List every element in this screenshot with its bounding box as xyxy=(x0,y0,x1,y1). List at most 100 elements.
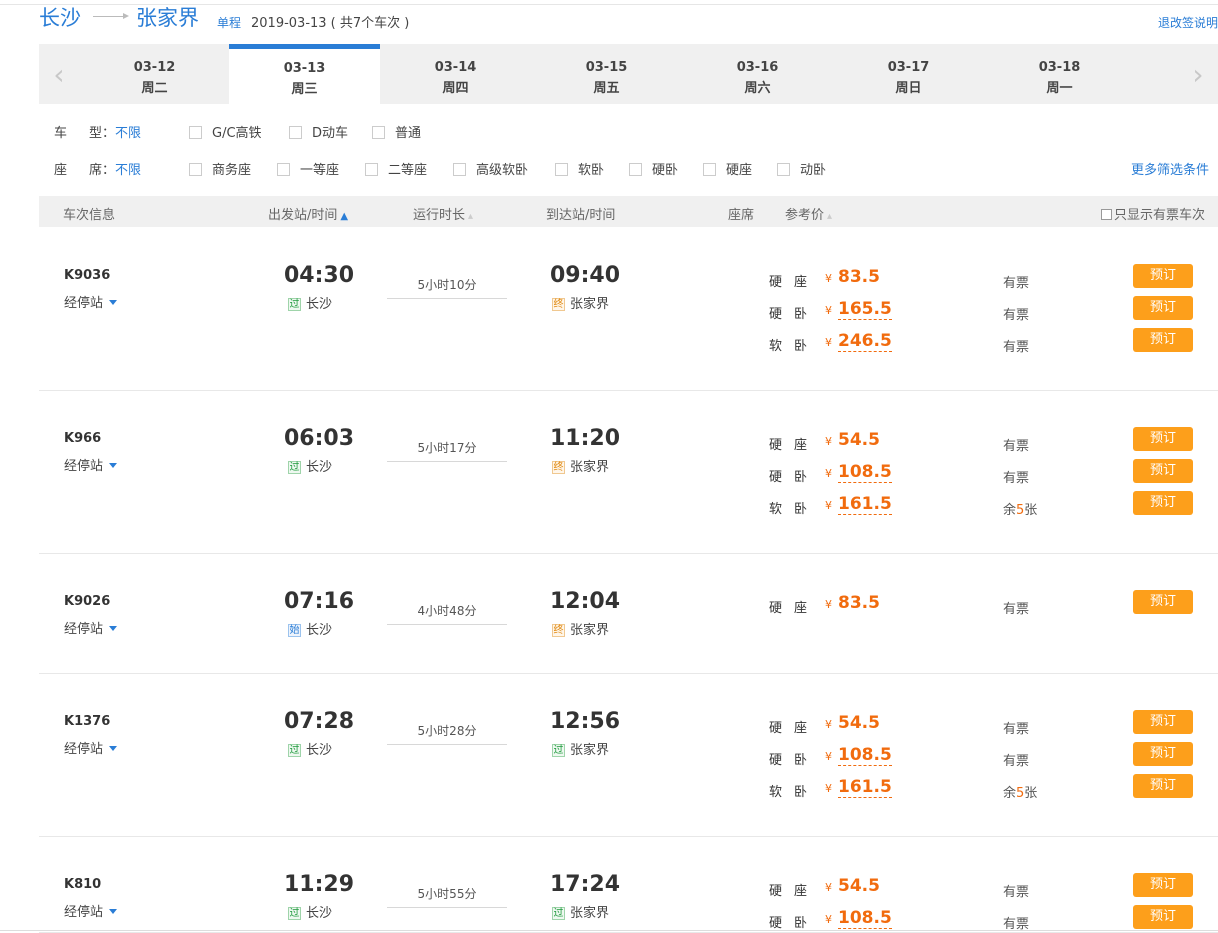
checkbox[interactable] xyxy=(277,163,290,176)
seat-option[interactable]: 动卧 xyxy=(777,159,826,178)
date-tab[interactable]: 03-15 周五 xyxy=(531,44,682,104)
yen-symbol: ¥ xyxy=(825,499,832,512)
only-available-toggle[interactable]: 只显示有票车次 xyxy=(1101,204,1205,223)
yen-symbol: ¥ xyxy=(825,881,832,894)
more-filters-link[interactable]: 更多筛选条件 xyxy=(1131,159,1209,178)
chevron-right-icon[interactable]: › xyxy=(1178,44,1218,104)
checkbox[interactable] xyxy=(703,163,716,176)
checkbox[interactable] xyxy=(289,126,302,139)
seat-option[interactable]: 商务座 xyxy=(189,159,251,178)
yen-symbol: ¥ xyxy=(825,467,832,480)
date-tab[interactable]: 03-14 周四 xyxy=(380,44,531,104)
only-available-checkbox[interactable] xyxy=(1101,209,1112,220)
book-button[interactable]: 预订 xyxy=(1133,905,1193,929)
stops-dropdown[interactable]: 经停站 xyxy=(64,618,118,637)
chevron-left-icon[interactable]: ‹ xyxy=(39,44,79,104)
checkbox[interactable] xyxy=(555,163,568,176)
seat-price[interactable]: 161.5 xyxy=(838,494,892,515)
seat-name: 软卧 xyxy=(769,502,820,517)
book-button[interactable]: 预订 xyxy=(1133,427,1193,451)
seat-price[interactable]: 108.5 xyxy=(838,462,892,483)
yen-symbol: ¥ xyxy=(825,435,832,448)
seat-option[interactable]: 一等座 xyxy=(277,159,339,178)
seat-row: 软卧 ¥161.5 余5张 预订 xyxy=(39,774,1218,801)
seat-price: 54.5 xyxy=(838,876,880,896)
train-type-option[interactable]: D动车 xyxy=(289,122,348,141)
book-button[interactable]: 预订 xyxy=(1133,774,1193,798)
seat-row: 硬卧 ¥108.5 有票 预订 xyxy=(39,905,1218,932)
seat-option[interactable]: 二等座 xyxy=(365,159,427,178)
to-city[interactable]: 张家界 xyxy=(136,2,199,32)
checkbox[interactable] xyxy=(365,163,378,176)
avail-suffix: 张 xyxy=(1024,786,1038,801)
seat-row: 硬座 ¥83.5 有票 预订 xyxy=(39,590,1218,617)
date-tab[interactable]: 03-18 周一 xyxy=(984,44,1135,104)
seat-name: 硬座 xyxy=(769,438,820,453)
seat-name: 软卧 xyxy=(769,785,820,800)
date-selector: ‹ 03-12 周二 03-13 周三 03-14 周四 03-15 周五 03-16 周六 03-… xyxy=(39,44,1218,104)
checkbox[interactable] xyxy=(453,163,466,176)
seat-all-option[interactable]: 不限 xyxy=(115,163,141,178)
seat-row: 硬座 ¥54.5 有票 预订 xyxy=(39,710,1218,737)
seat-row: 软卧 ¥161.5 余5张 预订 xyxy=(39,491,1218,518)
book-button[interactable]: 预订 xyxy=(1133,590,1193,614)
date-tab-weekday: 周日 xyxy=(895,81,922,96)
date-tab[interactable]: 03-17 周日 xyxy=(833,44,984,104)
th-duration[interactable]: 运行时长 ▴ xyxy=(413,204,473,223)
seat-option[interactable]: 高级软卧 xyxy=(453,159,528,178)
book-button[interactable]: 预订 xyxy=(1133,710,1193,734)
seat-price[interactable]: 246.5 xyxy=(838,331,892,352)
book-button[interactable]: 预订 xyxy=(1133,264,1193,288)
seat-price: 54.5 xyxy=(838,713,880,733)
train-type-all-option[interactable]: 不限 xyxy=(115,126,141,141)
seat-option[interactable]: 硬座 xyxy=(703,159,752,178)
sort-icon[interactable]: ▴ xyxy=(827,211,832,222)
checkbox[interactable] xyxy=(372,126,385,139)
seat-price[interactable]: 108.5 xyxy=(838,908,892,929)
sort-icon[interactable]: ▴ xyxy=(468,211,473,222)
seat-price: 83.5 xyxy=(838,267,880,287)
avail-suffix: 张 xyxy=(1024,503,1038,518)
ticket-availability: 有票 xyxy=(1003,276,1030,291)
date-tab[interactable]: 03-12 周二 xyxy=(79,44,230,104)
ticket-availability: 有票 xyxy=(1003,722,1030,737)
bottom-divider xyxy=(0,930,1218,931)
station-tag: 始 xyxy=(288,624,301,637)
ticket-availability: 有票 xyxy=(1003,340,1030,355)
from-city[interactable]: 长沙 xyxy=(39,2,81,32)
th-depart[interactable]: 出发站/时间 ▲ xyxy=(268,204,348,223)
checkbox[interactable] xyxy=(777,163,790,176)
sort-up-icon[interactable]: ▲ xyxy=(340,211,348,222)
seat-price[interactable]: 165.5 xyxy=(838,299,892,320)
seat-option[interactable]: 硬卧 xyxy=(629,159,678,178)
yen-symbol: ¥ xyxy=(825,750,832,763)
train-type-option[interactable]: 普通 xyxy=(372,122,421,141)
seat-price: 54.5 xyxy=(838,430,880,450)
book-button[interactable]: 预订 xyxy=(1133,873,1193,897)
book-button[interactable]: 预订 xyxy=(1133,491,1193,515)
date-tab[interactable]: 03-16 周六 xyxy=(682,44,833,104)
th-price[interactable]: 参考价 ▴ xyxy=(785,204,832,223)
option-label: 商务座 xyxy=(212,163,252,178)
book-button[interactable]: 预订 xyxy=(1133,459,1193,483)
seat-row: 硬卧 ¥108.5 有票 预订 xyxy=(39,459,1218,486)
book-button[interactable]: 预订 xyxy=(1133,296,1193,320)
train-row: K1376 经停站 07:28 过长沙 5小时28分 12:56 过张家界 硬座 ¥54.5 有票… xyxy=(39,674,1218,837)
checkbox[interactable] xyxy=(629,163,642,176)
refund-policy-link[interactable]: 退改签说明 xyxy=(1158,14,1218,31)
option-label: 硬卧 xyxy=(652,163,679,178)
checkbox[interactable] xyxy=(189,163,202,176)
date-tab[interactable]: 03-13 周三 xyxy=(229,44,380,104)
seat-price[interactable]: 161.5 xyxy=(838,777,892,798)
seat-price[interactable]: 108.5 xyxy=(838,745,892,766)
seat-option[interactable]: 软卧 xyxy=(555,159,604,178)
yen-symbol: ¥ xyxy=(825,913,832,926)
seat-row: 硬卧 ¥165.5 有票 预订 xyxy=(39,296,1218,323)
book-button[interactable]: 预订 xyxy=(1133,328,1193,352)
book-button[interactable]: 预订 xyxy=(1133,742,1193,766)
th-seat: 座席 xyxy=(728,208,755,223)
option-label: 动卧 xyxy=(800,163,827,178)
train-type-option[interactable]: G/C高铁 xyxy=(189,122,262,141)
station-tag: 终 xyxy=(552,624,565,637)
checkbox[interactable] xyxy=(189,126,202,139)
